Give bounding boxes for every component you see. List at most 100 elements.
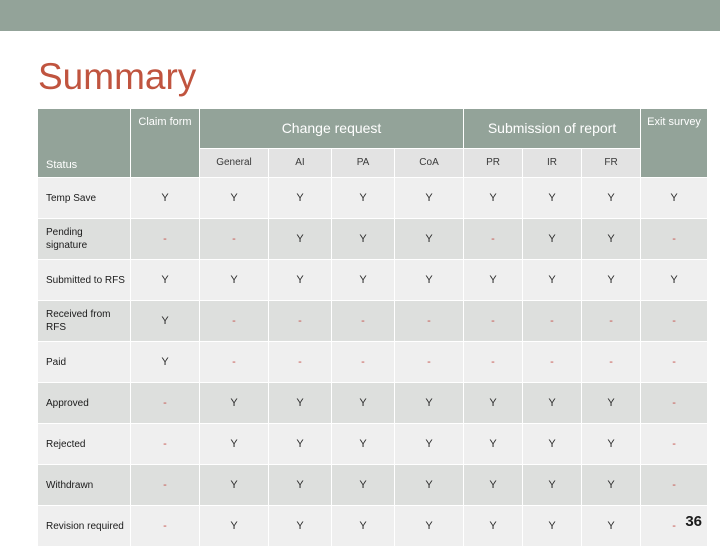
table-row: Submitted to RFS Y Y Y Y Y Y Y Y Y	[38, 260, 708, 300]
table-cell-value: Y	[395, 465, 464, 505]
table-cell-value: Y	[332, 424, 394, 464]
table-subheader-pr: PR	[464, 148, 523, 177]
table-cell-value: -	[464, 342, 523, 382]
table-row: Pending signature - - Y Y Y - Y Y -	[38, 219, 708, 259]
table-cell-value: Y	[395, 219, 464, 259]
table-cell-value: -	[332, 342, 394, 382]
table-cell-value: -	[464, 219, 523, 259]
table-cell-value: Y	[269, 178, 331, 218]
table-cell-value: Y	[200, 424, 268, 464]
table-cell-value: Y	[582, 260, 641, 300]
page-title: Summary	[38, 56, 197, 97]
table-cell-value: Y	[464, 424, 523, 464]
table-cell-value: -	[641, 424, 708, 464]
table-cell-value: Y	[464, 260, 523, 300]
table-cell-value: Y	[332, 465, 394, 505]
table-cell-value: Y	[200, 178, 268, 218]
table-row-label: Rejected	[38, 424, 130, 464]
table-cell-value: Y	[200, 465, 268, 505]
table-cell-value: Y	[200, 260, 268, 300]
table-cell-value: Y	[523, 465, 582, 505]
table-cell-value: Y	[464, 465, 523, 505]
table-cell-value: -	[131, 465, 199, 505]
table-cell-value: -	[582, 301, 641, 341]
table-cell-value: Y	[131, 342, 199, 382]
table-cell-value: Y	[582, 506, 641, 546]
table-cell-value: Y	[269, 383, 331, 423]
table-cell-value: -	[395, 342, 464, 382]
table-cell-value: Y	[582, 178, 641, 218]
table-cell-value: Y	[269, 219, 331, 259]
table-row: Approved - Y Y Y Y Y Y Y -	[38, 383, 708, 423]
slide-page-number: 36	[685, 513, 702, 530]
table-cell-value: Y	[332, 219, 394, 259]
table-cell-value: Y	[332, 383, 394, 423]
table-row: Rejected - Y Y Y Y Y Y Y -	[38, 424, 708, 464]
table-row-label: Approved	[38, 383, 130, 423]
table-subheader-fr: FR	[582, 148, 641, 177]
table-cell-value: Y	[269, 506, 331, 546]
table-row: Paid Y - - - - - - - -	[38, 342, 708, 382]
table-cell-value: Y	[131, 260, 199, 300]
table-cell-value: Y	[131, 178, 199, 218]
table-cell-value: Y	[332, 178, 394, 218]
table-cell-value: Y	[523, 506, 582, 546]
table-cell-value: Y	[523, 219, 582, 259]
table-cell-value: -	[641, 342, 708, 382]
table-row: Revision required - Y Y Y Y Y Y Y -	[38, 506, 708, 546]
table-header-row-groups: Status Claim form Change request Submission…	[38, 109, 708, 177]
table-cell-value: -	[641, 383, 708, 423]
table-cell-value: Y	[269, 465, 331, 505]
table-row-label: Submitted to RFS	[38, 260, 130, 300]
table-cell-value: Y	[523, 383, 582, 423]
table-cell-value: Y	[131, 301, 199, 341]
table-cell-value: -	[269, 301, 331, 341]
table-cell-value: Y	[269, 424, 331, 464]
table-cell-value: Y	[332, 506, 394, 546]
table-cell-value: -	[200, 301, 268, 341]
table-cell-value: Y	[641, 260, 708, 300]
table-cell-value: Y	[395, 506, 464, 546]
table-cell-value: -	[582, 342, 641, 382]
table-cell-value: -	[131, 219, 199, 259]
table-cell-value: -	[131, 424, 199, 464]
table-row: Withdrawn - Y Y Y Y Y Y Y -	[38, 465, 708, 505]
table-cell-value: Y	[582, 383, 641, 423]
table-cell-value: Y	[582, 465, 641, 505]
table-row-label: Revision required	[38, 506, 130, 546]
table-cell-value: Y	[582, 219, 641, 259]
table-subheader-ai: AI	[269, 148, 331, 177]
table-cell-value: Y	[200, 383, 268, 423]
table-cell-value: -	[395, 301, 464, 341]
table-cell-value: -	[523, 301, 582, 341]
table-subheader-ir: IR	[523, 148, 582, 177]
table-cell-value: Y	[269, 260, 331, 300]
table-cell-value: -	[641, 465, 708, 505]
table-cell-value: -	[200, 342, 268, 382]
table-cell-value: Y	[332, 260, 394, 300]
table-cell-value: Y	[200, 506, 268, 546]
table-row-label: Received from RFS	[38, 301, 130, 341]
slide-top-banner	[0, 0, 720, 31]
table-cell-value: Y	[395, 424, 464, 464]
table-cell-value: -	[131, 506, 199, 546]
summary-status-table: Status Claim form Change request Submission…	[37, 108, 708, 547]
table-cell-value: Y	[395, 383, 464, 423]
table-cell-value: Y	[582, 424, 641, 464]
table-row-label: Pending signature	[38, 219, 130, 259]
table-subheader-general: General	[200, 148, 268, 177]
table-cell-value: Y	[464, 383, 523, 423]
table-header-group-2: Submission of report	[464, 109, 641, 148]
table-header-exit-survey: Exit survey	[641, 109, 708, 177]
table-cell-value: -	[641, 219, 708, 259]
table-row-label: Withdrawn	[38, 465, 130, 505]
table-cell-value: -	[200, 219, 268, 259]
table-cell-value: -	[269, 342, 331, 382]
table-corner-status-header: Status	[38, 109, 130, 177]
table-cell-value: Y	[523, 424, 582, 464]
table-cell-value: -	[641, 301, 708, 341]
table-header-group-1: Change request	[200, 109, 464, 148]
table-subheader-coa: CoA	[395, 148, 464, 177]
table-row-label: Temp Save	[38, 178, 130, 218]
table-cell-value: -	[332, 301, 394, 341]
